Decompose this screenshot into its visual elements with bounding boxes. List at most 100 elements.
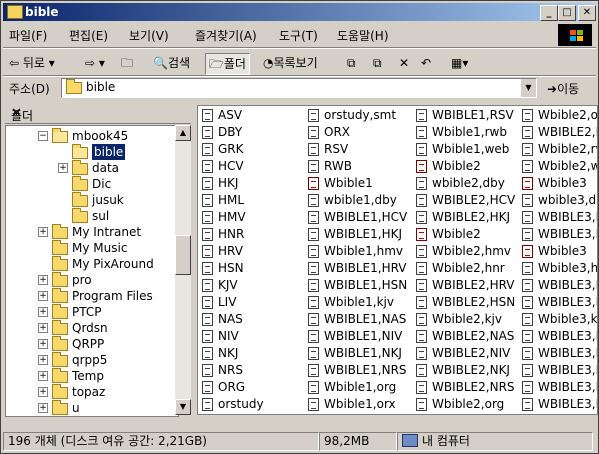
file-item[interactable]: HNR — [202, 226, 312, 243]
close-pane-icon[interactable]: ✕ — [11, 106, 187, 121]
menu-view[interactable]: 보기(V) — [129, 27, 169, 44]
expand-icon[interactable]: + — [38, 403, 48, 413]
file-item[interactable]: Wbible2 — [416, 226, 526, 243]
folders-button[interactable]: 🗁폴더 — [205, 53, 250, 75]
file-item[interactable]: WBIBLE2,NAS — [416, 328, 526, 345]
file-item[interactable]: WBIBLE1,NRS — [308, 362, 418, 379]
scroll-down-button[interactable]: ▼ — [175, 399, 191, 415]
expand-icon[interactable]: + — [38, 227, 48, 237]
expand-icon[interactable]: + — [38, 291, 48, 301]
expand-icon[interactable]: + — [58, 163, 68, 173]
file-item[interactable]: HCV — [202, 158, 312, 175]
tree-node[interactable]: + topaz — [6, 384, 178, 400]
file-item[interactable]: wbible3,dl — [522, 192, 597, 209]
file-item[interactable]: Wbible3,kj — [522, 311, 597, 328]
file-item[interactable]: WBIBLE3,I — [522, 277, 597, 294]
file-item[interactable]: LIV — [202, 294, 312, 311]
tree-node[interactable]: + Program Files — [6, 288, 178, 304]
minimize-button[interactable]: _ — [540, 5, 558, 21]
tree-node[interactable]: My PixAround — [6, 256, 178, 272]
maximize-button[interactable]: □ — [558, 5, 576, 21]
menu-tools[interactable]: 도구(T) — [279, 27, 318, 44]
file-item[interactable]: wbible1,dby — [308, 192, 418, 209]
search-button[interactable]: 🔍검색 — [153, 53, 190, 73]
menu-favorites[interactable]: 즐겨찾기(A) — [195, 27, 257, 44]
delete-icon[interactable]: ✕ — [399, 53, 409, 73]
file-item[interactable]: Wbible1,web — [416, 141, 526, 158]
tree-scrollbar[interactable]: ▲ ▼ — [175, 125, 191, 415]
file-item[interactable]: WBIBLE3,I — [522, 209, 597, 226]
file-item[interactable]: orstudy,smt — [308, 107, 418, 124]
file-item[interactable]: Wbible3 — [522, 243, 597, 260]
file-item[interactable]: Wbible2,hmv — [416, 243, 526, 260]
address-input[interactable]: bible ▼ — [61, 78, 537, 98]
file-item[interactable]: Wbible2 — [416, 158, 526, 175]
file-item[interactable]: WBIBLE2,HRV — [416, 277, 526, 294]
file-item[interactable]: WBIBLE1,HRV — [308, 260, 418, 277]
folder-tree[interactable]: − mbook45 bible + data Dic jusuk sul + My Intrane… — [5, 125, 179, 417]
go-button[interactable]: ➜이동 — [547, 80, 579, 97]
file-item[interactable]: WBIBLE2,NKJ — [416, 362, 526, 379]
file-item[interactable]: WBIBLE3,I — [522, 294, 597, 311]
file-item[interactable]: NAS — [202, 311, 312, 328]
tree-node[interactable]: + QRPP — [6, 336, 178, 352]
file-item[interactable]: KJV — [202, 277, 312, 294]
file-item[interactable]: HSN — [202, 260, 312, 277]
tree-node[interactable]: + PTCP — [6, 304, 178, 320]
file-item[interactable]: NKJ — [202, 345, 312, 362]
menu-edit[interactable]: 편집(E) — [69, 27, 108, 44]
file-item[interactable]: WBIBLE3,I — [522, 226, 597, 243]
file-list[interactable]: ASV DBY GRK HCV HKJ HML HMV HNR HRV HSN KJV LIV NAS N… — [197, 105, 598, 415]
file-item[interactable]: HRV — [202, 243, 312, 260]
file-item[interactable]: WBIBLE2,NIV — [416, 345, 526, 362]
tree-node[interactable]: jusuk — [6, 192, 178, 208]
scroll-up-button[interactable]: ▲ — [175, 125, 191, 141]
tree-node[interactable]: My Music — [6, 240, 178, 256]
tree-node[interactable]: + u — [6, 400, 178, 416]
file-item[interactable]: WBIBLE1,NIV — [308, 328, 418, 345]
tree-node[interactable]: + data — [6, 160, 178, 176]
file-item[interactable]: NIV — [202, 328, 312, 345]
copy-to-icon[interactable]: ⧉ — [373, 53, 382, 73]
tree-node[interactable]: − mbook45 — [6, 128, 178, 144]
tree-node[interactable]: bible — [6, 144, 178, 160]
file-item[interactable]: Wbible1,rwb — [416, 124, 526, 141]
collapse-icon[interactable]: − — [38, 131, 48, 141]
expand-icon[interactable]: + — [38, 275, 48, 285]
file-item[interactable]: WBIBLE1,RSV — [416, 107, 526, 124]
address-dropdown-icon[interactable]: ▼ — [520, 79, 536, 97]
tree-node[interactable]: + qrpp5 — [6, 352, 178, 368]
views-icon[interactable]: ▦▾ — [451, 53, 468, 73]
file-item[interactable]: WBIBLE2,I — [522, 124, 597, 141]
file-item[interactable]: Wbible2,org — [416, 396, 526, 413]
file-item[interactable]: WBIBLE2,HSN — [416, 294, 526, 311]
file-item[interactable]: WBIBLE3,I — [522, 345, 597, 362]
file-item[interactable]: WBIBLE1,HSN — [308, 277, 418, 294]
expand-icon[interactable]: + — [38, 307, 48, 317]
tree-node[interactable]: sul — [6, 208, 178, 224]
file-item[interactable]: ORG — [202, 379, 312, 396]
file-item[interactable]: Wbible2,w — [522, 158, 597, 175]
file-item[interactable]: HMV — [202, 209, 312, 226]
file-item[interactable]: GRK — [202, 141, 312, 158]
file-item[interactable]: NRS — [202, 362, 312, 379]
tree-node[interactable]: + My Intranet — [6, 224, 178, 240]
file-item[interactable]: Wbible1,kjv — [308, 294, 418, 311]
file-item[interactable]: HKJ — [202, 175, 312, 192]
file-item[interactable]: WBIBLE1,HKJ — [308, 226, 418, 243]
file-item[interactable]: wbible2,dby — [416, 175, 526, 192]
file-item[interactable]: WBIBLE2,NRS — [416, 379, 526, 396]
up-folder-icon[interactable]: 🗀 — [121, 53, 133, 73]
file-item[interactable]: WBIBLE2,HCV — [416, 192, 526, 209]
move-to-icon[interactable]: ⧉ — [347, 53, 356, 73]
file-item[interactable]: WBIBLE2,HKJ — [416, 209, 526, 226]
tree-node[interactable]: + Qrdsn — [6, 320, 178, 336]
scroll-thumb[interactable] — [175, 235, 191, 275]
file-item[interactable]: Wbible2,rv — [522, 141, 597, 158]
file-item[interactable]: Wbible2,o — [522, 107, 597, 124]
file-item[interactable]: WBIBLE3,I — [522, 362, 597, 379]
history-button[interactable]: ◔목록보기 — [263, 53, 318, 73]
expand-icon[interactable]: + — [38, 371, 48, 381]
file-item[interactable]: WBIBLE3,I — [522, 328, 597, 345]
file-item[interactable]: WBIBLE1,NKJ — [308, 345, 418, 362]
